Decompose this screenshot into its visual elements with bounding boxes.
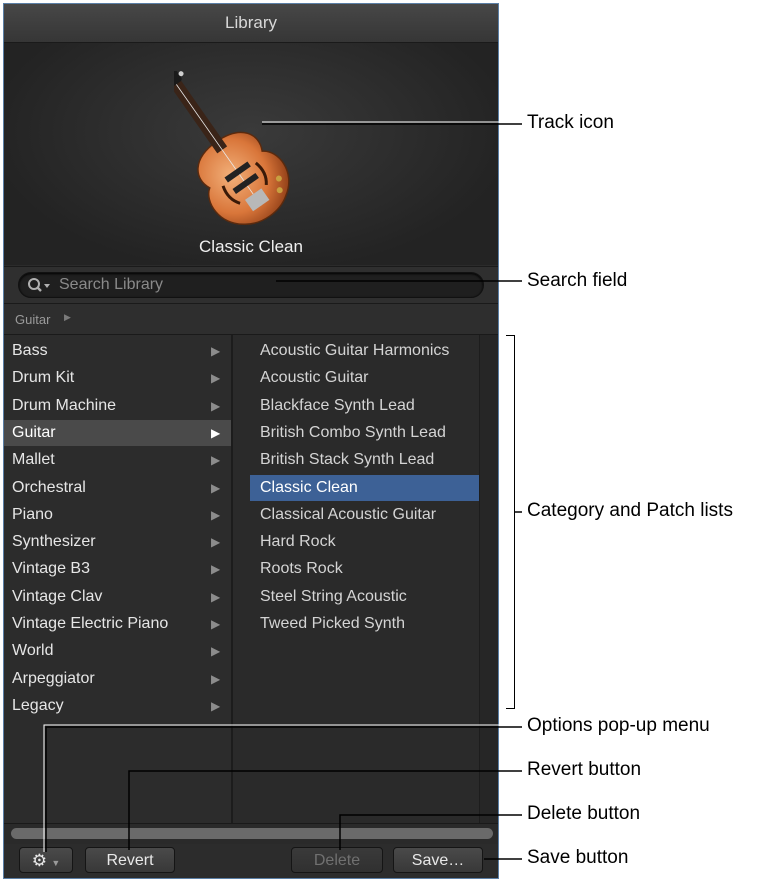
chevron-right-icon: ▶ [211,398,221,413]
category-item[interactable]: Mallet ▶ [4,447,231,473]
patch-item[interactable]: Acoustic Guitar [250,365,479,391]
patch-item[interactable]: Steel String Acoustic [250,584,479,610]
revert-button[interactable]: Revert [85,847,175,873]
patch-item[interactable]: Tweed Picked Synth [250,611,479,637]
category-label: Arpeggiator [12,669,95,687]
category-label: Orchestral [12,478,86,496]
chevron-down-icon: ▼ [51,858,61,868]
category-item[interactable]: Bass ▶ [4,338,231,364]
category-label: Drum Kit [12,369,75,387]
patch-item[interactable]: Blackface Synth Lead [250,393,479,419]
category-label: Piano [12,505,53,523]
options-popup-button[interactable]: ⚙ ▼ [19,847,73,873]
save-button[interactable]: Save… [393,847,483,873]
callout-save-button: Save button [527,847,629,868]
chevron-right-icon: ▶ [211,480,221,495]
category-label: Guitar [12,423,56,441]
chevron-right-icon: ▶ [211,617,221,631]
patch-header: Classic Clean [4,43,498,265]
patch-item[interactable]: British Stack Synth Lead [250,447,479,473]
patch-label: Hard Rock [260,533,336,551]
search-bar [4,266,498,304]
search-input[interactable] [59,273,473,297]
category-item[interactable]: World ▶ [4,638,231,664]
callout-lists: Category and Patch lists [527,500,733,521]
breadcrumb-label[interactable]: Guitar [15,312,50,327]
category-item[interactable]: Guitar ▶ [4,419,231,446]
patch-label: Acoustic Guitar [260,369,369,387]
chevron-right-icon: ▶ [211,535,221,550]
category-list: Bass ▶ Drum Kit ▶ Drum Machine ▶ Guitar ▶ Mallet… [4,335,233,823]
patch-name: Classic Clean [199,237,303,256]
callout-options-menu: Options pop-up menu [527,715,710,736]
delete-button[interactable]: Delete [291,847,383,873]
chevron-right-icon: ▶ [211,671,221,686]
library-lists: Bass ▶ Drum Kit ▶ Drum Machine ▶ Guitar ▶ Mallet… [4,335,498,823]
patch-item[interactable]: Roots Rock [250,556,479,582]
search-icon[interactable] [27,277,53,295]
library-toolbar: ⚙ ▼ Revert Delete Save… [4,844,498,878]
chevron-right-icon: ▶ [211,425,221,440]
patch-list-scrollbar[interactable] [479,335,498,823]
gear-icon: ⚙ [31,851,47,870]
chevron-right-icon: ▶ [211,644,221,659]
callout-delete-button: Delete button [527,803,641,824]
patch-label: Steel String Acoustic [260,587,407,605]
category-label: Vintage Electric Piano [12,615,169,632]
category-item[interactable]: Drum Kit ▶ [4,365,231,391]
category-item[interactable]: Synthesizer ▶ [4,529,231,555]
category-label: Synthesizer [12,533,96,551]
patch-label: Tweed Picked Synth [260,615,405,632]
patch-label: Acoustic Guitar Harmonics [260,342,450,359]
chevron-right-icon: ▶ [211,589,221,604]
library-panel: Library Classic Clean Search Library Gui… [3,3,499,879]
chevron-right-icon: ▶ [211,562,221,577]
category-item[interactable]: Legacy ▶ [4,693,231,719]
chevron-right-icon: ▶ [211,507,221,522]
patch-label: British Stack Synth Lead [260,451,435,469]
guitar-icon[interactable] [174,71,334,231]
category-label: World [12,642,54,660]
category-item[interactable]: Vintage Clav ▶ [4,584,231,610]
patch-item[interactable]: Acoustic Guitar Harmonics [250,338,479,364]
chevron-right-icon: ▶ [211,344,221,358]
category-label: Legacy [12,696,64,714]
patch-item[interactable]: Hard Rock [250,529,479,555]
category-item[interactable]: Vintage B3 ▶ [4,556,231,582]
chevron-right-icon: ▶ [211,371,221,386]
patch-item[interactable]: Classical Acoustic Guitar [250,502,479,528]
category-label: Vintage B3 [12,560,90,578]
category-item[interactable]: Piano ▶ [4,502,231,528]
lists-bracket [506,335,515,709]
category-item[interactable]: Drum Machine ▶ [4,393,231,419]
category-item[interactable]: Orchestral ▶ [4,475,231,501]
callout-track-icon: Track icon [527,112,614,133]
patch-label: Classic Clean [260,478,358,496]
patch-list: Acoustic Guitar Harmonics Acoustic Guitar… [233,335,498,823]
search-field[interactable] [18,272,484,298]
patch-item[interactable]: British Combo Synth Lead [250,420,479,446]
patch-item[interactable]: Classic Clean [250,474,479,501]
chevron-right-icon: ▶ [211,698,221,713]
category-item[interactable]: Vintage Electric Piano ▶ [4,611,231,637]
category-label: Vintage Clav [12,587,103,605]
breadcrumb-arrow-icon: ▶ [64,312,71,322]
category-label: Bass [12,342,48,359]
category-item[interactable]: Arpeggiator ▶ [4,666,231,692]
patch-label: Blackface Synth Lead [260,396,415,414]
callout-search-field: Search field [527,270,628,291]
patch-label: British Combo Synth Lead [260,423,446,441]
patch-label: Classical Acoustic Guitar [260,505,437,523]
library-title: Library [4,4,498,43]
horizontal-scrollbar[interactable] [11,828,493,839]
breadcrumb: Guitar ▶ [4,304,498,335]
horizontal-scroll-area [4,823,498,844]
callout-revert-button: Revert button [527,759,642,780]
category-label: Drum Machine [12,396,117,414]
category-label: Mallet [12,451,55,469]
patch-label: Roots Rock [260,560,343,578]
chevron-right-icon: ▶ [211,453,221,468]
